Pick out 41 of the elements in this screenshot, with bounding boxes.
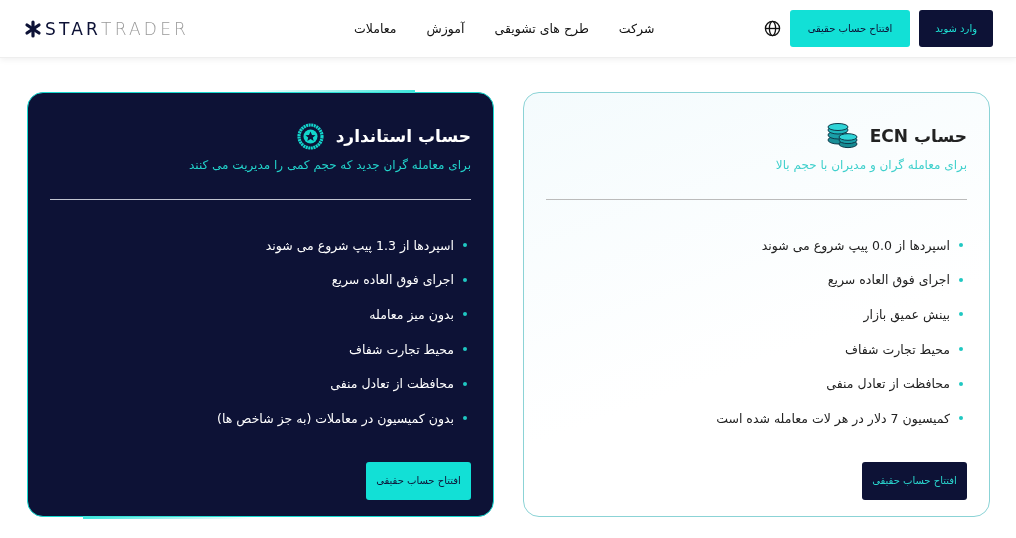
nav-link[interactable]: معاملات xyxy=(354,21,397,36)
card-title: حساب ECN xyxy=(869,126,967,146)
nav-link[interactable]: طرح های تشویقی xyxy=(494,21,589,36)
bullet-icon xyxy=(959,381,963,386)
bullet-icon xyxy=(463,347,467,352)
bullet-icon xyxy=(959,243,963,248)
bullet-icon xyxy=(463,277,467,282)
feature-text: محافظت از تعادل منفی xyxy=(826,376,950,392)
bullet-icon xyxy=(463,243,467,248)
bullet-icon xyxy=(463,381,467,386)
coins-icon xyxy=(826,123,858,149)
open-account-button[interactable]: افتتاح حساب حقیقی xyxy=(862,461,967,500)
card-title: حساب استاندارد xyxy=(335,126,471,146)
bullet-icon xyxy=(463,312,467,317)
logo-icon xyxy=(24,19,42,38)
feature-text: محیط تجارت شفاف xyxy=(844,341,950,357)
open-account-button[interactable]: افتتاح حساب حقیقی xyxy=(789,10,911,47)
feature-text: اجرای فوق العاده سریع xyxy=(827,272,950,288)
open-account-button[interactable]: افتتاح حساب حقیقی xyxy=(366,461,471,500)
star-badge-icon xyxy=(296,122,324,150)
bullet-icon xyxy=(463,416,467,421)
feature-text: محافظت از تعادل منفی xyxy=(330,376,454,392)
nav-link[interactable]: شرکت xyxy=(618,21,655,36)
feature-text: اسپردها از 0.0 پیپ شروع می شوند xyxy=(761,237,950,253)
logo-text[interactable]: STARTRADER xyxy=(45,18,190,39)
login-button[interactable]: وارد شوید xyxy=(919,10,993,47)
feature-text: اجرای فوق العاده سریع xyxy=(331,272,454,288)
globe-icon[interactable] xyxy=(763,20,781,37)
feature-text: بینش عمیق بازار xyxy=(863,307,950,322)
feature-text: اسپردها از 1.3 پیپ شروع می شوند xyxy=(265,237,454,253)
nav-link[interactable]: آموزش xyxy=(426,21,465,36)
bullet-icon xyxy=(959,347,963,352)
bullet-icon xyxy=(959,277,963,282)
card-subtitle: برای معامله گران جدید که حجم کمی را مدیریت می کنند xyxy=(188,158,471,172)
feature-text: کمیسیون 7 دلار در هر لات معامله شده است xyxy=(716,410,950,426)
card-subtitle: برای معامله گران و مدیران با حجم بالا xyxy=(774,158,967,172)
bullet-icon xyxy=(959,416,963,421)
feature-text: محیط تجارت شفاف xyxy=(348,341,454,357)
feature-text: بدون کمیسیون در معاملات (به جز شاخص ها) xyxy=(217,410,454,426)
bullet-icon xyxy=(959,312,963,317)
feature-text: بدون میز معامله xyxy=(369,307,454,322)
